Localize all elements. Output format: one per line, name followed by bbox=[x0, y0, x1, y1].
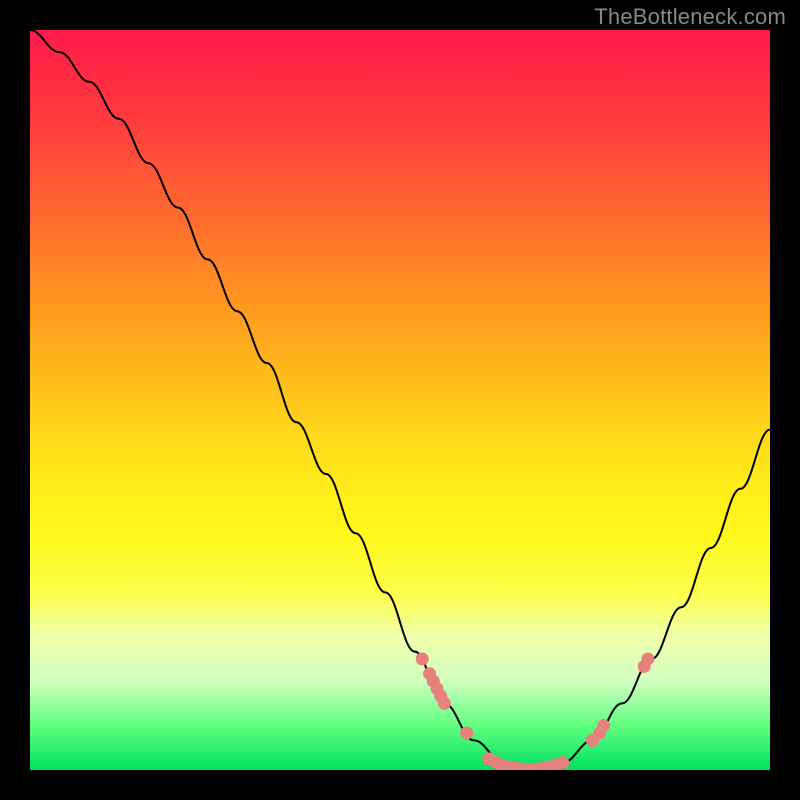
chart-plot-area bbox=[30, 30, 770, 770]
data-point bbox=[438, 697, 451, 710]
chart-scatter-points bbox=[416, 653, 655, 771]
data-point bbox=[556, 756, 569, 769]
data-point bbox=[597, 719, 610, 732]
chart-curve bbox=[30, 30, 770, 770]
chart-svg bbox=[30, 30, 770, 770]
data-point bbox=[416, 653, 429, 666]
data-point bbox=[641, 653, 654, 666]
data-point bbox=[460, 727, 473, 740]
watermark-text: TheBottleneck.com bbox=[594, 4, 786, 30]
